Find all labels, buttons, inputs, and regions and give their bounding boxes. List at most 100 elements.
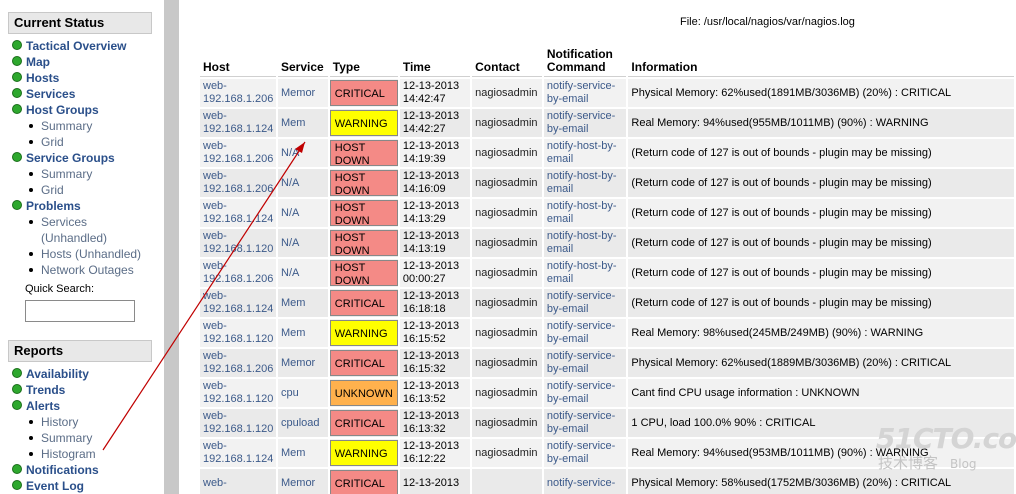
- service-link[interactable]: cpu: [278, 379, 328, 407]
- bullet-icon: [29, 220, 33, 224]
- status-badge-line1: HOST: [334, 172, 366, 184]
- host-link[interactable]: web- 192.168.1.206: [200, 139, 276, 167]
- service-link[interactable]: N/A: [278, 169, 328, 197]
- host-link-line2: 192.168.1.120: [203, 243, 274, 255]
- quick-search-input[interactable]: [25, 300, 135, 322]
- current_status-item-tactical-overview[interactable]: Tactical Overview: [8, 38, 152, 54]
- contact-cell: nagiosadmin: [472, 79, 542, 107]
- current_status-subitem-hosts-unhandled[interactable]: Hosts (Unhandled): [8, 246, 152, 262]
- service-link[interactable]: Mem: [278, 109, 328, 137]
- service-link[interactable]: cpuload: [278, 409, 328, 437]
- service-link[interactable]: Memor: [278, 79, 328, 107]
- nav-subitem-label: History: [41, 415, 79, 429]
- reports-item-trends[interactable]: Trends: [8, 382, 152, 398]
- host-link[interactable]: web- 192.168.1.206: [200, 79, 276, 107]
- command-link[interactable]: notify-host-by-email: [543, 169, 627, 197]
- current_status-subitem-grid[interactable]: Grid: [8, 182, 152, 198]
- status-badge-line1: UNKNOWN: [334, 388, 393, 400]
- service-link[interactable]: Mem: [278, 289, 328, 317]
- host-link[interactable]: web- 192.168.1.206: [200, 349, 276, 377]
- reports-item-notifications[interactable]: Notifications: [8, 462, 152, 478]
- current_status-item-host-groups[interactable]: Host Groups: [8, 102, 152, 118]
- command-link-line1: notify-service-: [546, 320, 616, 332]
- nav-item-label: Availability: [26, 367, 89, 381]
- column-header-service[interactable]: Service: [278, 46, 328, 77]
- command-link[interactable]: notify-host-by-email: [543, 259, 627, 287]
- service-link[interactable]: Mem: [278, 439, 328, 467]
- nav-item-label: Trends: [26, 383, 66, 397]
- current_status-item-service-groups[interactable]: Service Groups: [8, 150, 152, 166]
- type-cell: HOST DOWN: [329, 169, 398, 197]
- host-link[interactable]: web- 192.168.1.124: [200, 289, 276, 317]
- host-link[interactable]: web- 192.168.1.120: [200, 409, 276, 437]
- column-header-type[interactable]: Type: [329, 46, 398, 77]
- command-link[interactable]: notify-service-by-email: [543, 79, 627, 107]
- reports-item-availability[interactable]: Availability: [8, 366, 152, 382]
- contact-cell: nagiosadmin: [472, 259, 542, 287]
- host-link[interactable]: web-: [200, 469, 276, 494]
- service-link[interactable]: N/A: [278, 229, 328, 257]
- host-link[interactable]: web- 192.168.1.124: [200, 199, 276, 227]
- command-link[interactable]: notify-service-by-email: [543, 379, 627, 407]
- command-link[interactable]: notify-service-by-email: [543, 439, 627, 467]
- command-link[interactable]: notify-service-: [543, 469, 627, 494]
- command-link[interactable]: notify-host-by-email: [543, 199, 627, 227]
- host-link-line1: web-: [203, 110, 227, 122]
- reports-subitem-summary[interactable]: Summary: [8, 430, 152, 446]
- host-link[interactable]: web- 192.168.1.120: [200, 319, 276, 347]
- current_status-subitem-unhandled[interactable]: (Unhandled): [8, 230, 152, 246]
- watermark-tagline: 技术博客 Blog: [876, 454, 1006, 473]
- command-link[interactable]: notify-host-by-email: [543, 229, 627, 257]
- service-link[interactable]: Memor: [278, 469, 328, 494]
- column-header-time[interactable]: Time: [399, 46, 471, 77]
- nav-item-label: Service Groups: [26, 151, 115, 165]
- contact-cell: nagiosadmin: [472, 409, 542, 437]
- type-cell: CRITICAL: [329, 349, 398, 377]
- time-cell: 12-13-2013 16:13:52: [399, 379, 471, 407]
- current_status-item-services[interactable]: Services: [8, 86, 152, 102]
- command-link[interactable]: notify-service-by-email: [543, 319, 627, 347]
- command-link[interactable]: notify-service-by-email: [543, 109, 627, 137]
- column-header-information[interactable]: Information: [628, 46, 1014, 77]
- command-link[interactable]: notify-service-by-email: [543, 289, 627, 317]
- time-cell-line2: 14:13:19: [402, 243, 446, 255]
- command-link-line2: email: [546, 183, 574, 195]
- column-header-command-line2: Command: [546, 60, 606, 74]
- column-header-command[interactable]: Notification Command: [543, 46, 627, 77]
- host-link[interactable]: web- 192.168.1.206: [200, 169, 276, 197]
- reports-subitem-history[interactable]: History: [8, 414, 152, 430]
- current_status-subitem-summary[interactable]: Summary: [8, 166, 152, 182]
- current_status-item-hosts[interactable]: Hosts: [8, 70, 152, 86]
- column-header-contact[interactable]: Contact: [472, 46, 542, 77]
- column-header-host[interactable]: Host: [200, 46, 276, 77]
- host-link-line1: web-: [203, 440, 227, 452]
- host-link-line1: web-: [203, 170, 227, 182]
- service-link[interactable]: Mem: [278, 319, 328, 347]
- service-link[interactable]: N/A: [278, 259, 328, 287]
- host-link[interactable]: web- 192.168.1.120: [200, 229, 276, 257]
- service-link[interactable]: Memor: [278, 349, 328, 377]
- host-link-line1: web-: [203, 230, 227, 242]
- reports-item-alerts[interactable]: Alerts: [8, 398, 152, 414]
- current_status-subitem-grid[interactable]: Grid: [8, 134, 152, 150]
- status-badge-line2: DOWN: [334, 275, 370, 287]
- host-link[interactable]: web- 192.168.1.124: [200, 109, 276, 137]
- current_status-item-problems[interactable]: Problems: [8, 198, 152, 214]
- host-link[interactable]: web- 192.168.1.120: [200, 379, 276, 407]
- command-link[interactable]: notify-host-by-email: [543, 139, 627, 167]
- host-link[interactable]: web- 192.168.1.206: [200, 259, 276, 287]
- command-link[interactable]: notify-service-by-email: [543, 349, 627, 377]
- current_status-subitem-services[interactable]: Services: [8, 214, 152, 230]
- nav-subitem-label: Summary: [41, 431, 93, 445]
- command-link[interactable]: notify-service-by-email: [543, 409, 627, 437]
- host-link[interactable]: web- 192.168.1.124: [200, 439, 276, 467]
- service-link[interactable]: N/A: [278, 139, 328, 167]
- reports-item-event-log[interactable]: Event Log: [8, 478, 152, 494]
- status-badge-line2: DOWN: [334, 155, 370, 167]
- current_status-item-map[interactable]: Map: [8, 54, 152, 70]
- bullet-icon: [29, 268, 33, 272]
- reports-subitem-histogram[interactable]: Histogram: [8, 446, 152, 462]
- service-link[interactable]: N/A: [278, 199, 328, 227]
- current_status-subitem-network-outages[interactable]: Network Outages: [8, 262, 152, 278]
- current_status-subitem-summary[interactable]: Summary: [8, 118, 152, 134]
